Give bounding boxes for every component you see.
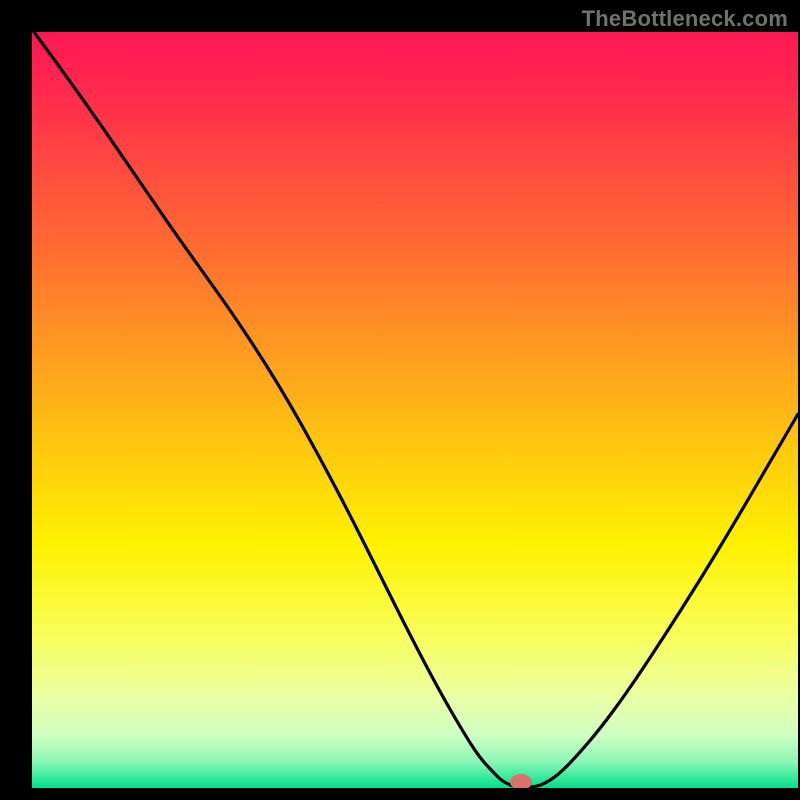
bottleneck-chart (0, 0, 800, 800)
chart-container: { "attribution": "TheBottleneck.com", "p… (0, 0, 800, 800)
optimal-point-marker (510, 774, 532, 790)
gradient-background (32, 32, 798, 788)
source-attribution: TheBottleneck.com (582, 6, 788, 32)
